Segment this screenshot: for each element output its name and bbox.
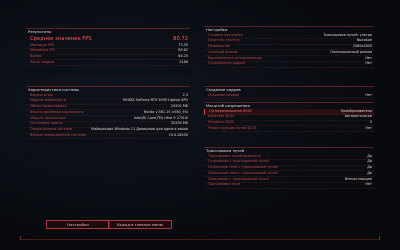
bottom-tick-left: [20, 236, 21, 240]
scaling-panel: Масштаб разрешения Суперразрешение DLSS П…: [204, 102, 374, 133]
system-spec-value: 10.0.26100: [168, 133, 188, 138]
system-spec-label: Версия операционной системы: [30, 133, 86, 138]
raytracing-setting-label: Трассировка пути: [208, 182, 241, 187]
scaling-setting-value: Автоматически: [344, 114, 372, 119]
raytracing-setting-row[interactable]: Трассировка пути Нет: [204, 182, 374, 189]
raytracing-panel: Трассировка лучей Трассировка лучей вклю…: [204, 147, 374, 189]
system-panel: Характеристики системы Версия игры 2.3 Мод…: [26, 86, 190, 158]
setting-value: Нет: [365, 61, 372, 66]
framegen-panel: Создание кадров Создание кадров Нет: [204, 86, 374, 99]
result-value: 5186: [179, 59, 188, 64]
settings-button[interactable]: Настройки: [46, 220, 110, 229]
scaling-setting-row[interactable]: Реконструкция лучей DLSS Нет: [204, 125, 374, 133]
setting-row[interactable]: Ограничение кадров Нет: [204, 61, 374, 68]
scaling-setting-label: Реконструкция лучей DLSS: [208, 125, 257, 130]
bottom-divider: [20, 239, 380, 240]
result-label: Число кадров: [30, 59, 55, 64]
framegen-setting-label: Создание кадров: [208, 92, 239, 97]
result-row[interactable]: Число кадров 5186: [26, 59, 190, 67]
results-panel: Результаты Среднее значение FPS 80.72 Ми…: [26, 28, 190, 76]
framegen-setting-value: Нет: [365, 92, 372, 97]
framegen-setting-row[interactable]: Создание кадров Нет: [204, 93, 374, 99]
scaling-setting-value: Нет: [365, 125, 372, 130]
raytracing-setting-value: Нет: [365, 182, 372, 187]
settings-panel: Настройки Готовые настройки Трассировка л…: [204, 26, 374, 70]
exit-to-menu-button[interactable]: Выход в главное меню: [108, 220, 172, 229]
setting-label: Ограничение кадров: [208, 61, 246, 66]
system-spec-row[interactable]: Версия операционной системы 10.0.26100: [26, 133, 190, 140]
bottom-tick-right: [379, 236, 380, 240]
